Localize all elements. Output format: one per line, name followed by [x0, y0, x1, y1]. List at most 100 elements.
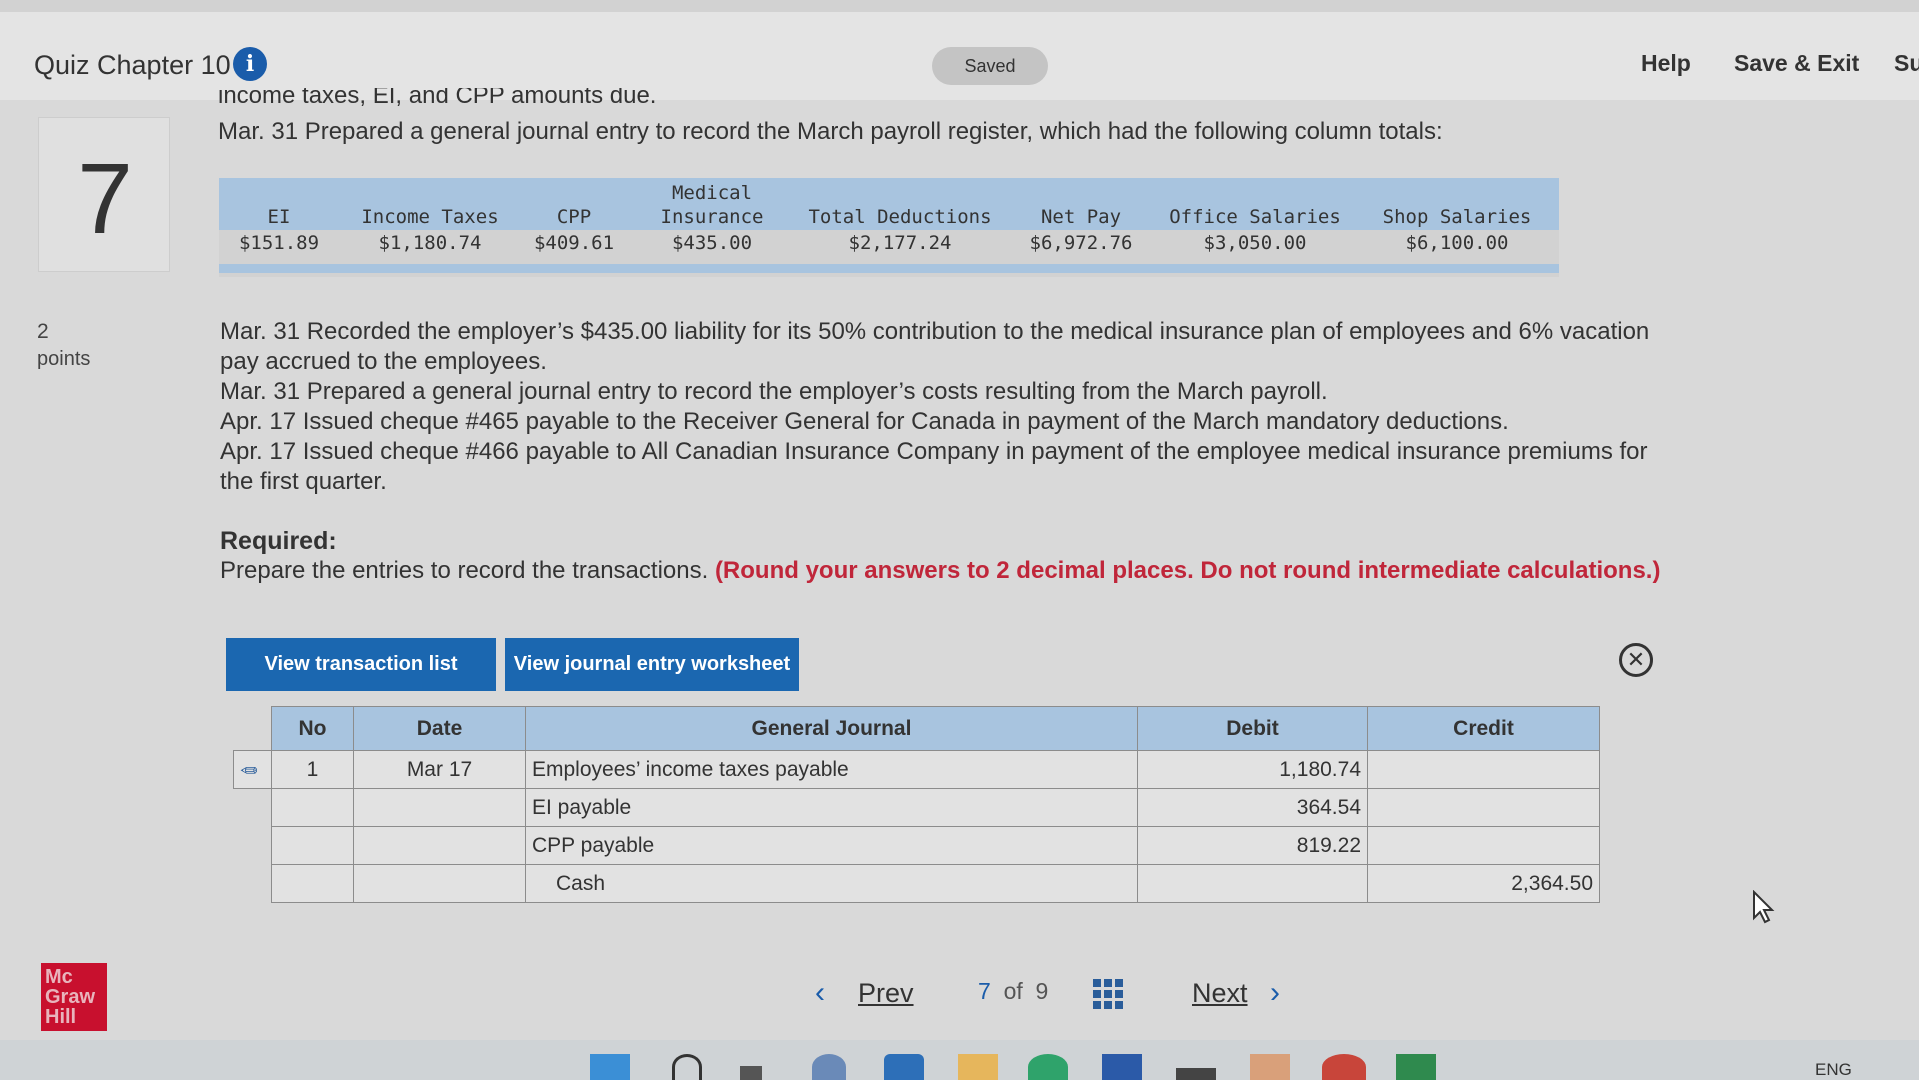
payroll-value-cpp: $409.61: [533, 232, 615, 254]
total-pages: 9: [1035, 978, 1049, 1004]
payroll-value-ei: $151.89: [238, 232, 320, 254]
row-account: Employees’ income taxes payable: [525, 750, 1138, 789]
view-journal-entry-worksheet-button[interactable]: View journal entry worksheet: [505, 638, 799, 691]
prev-button[interactable]: Prev: [858, 978, 914, 1009]
question-number: 7: [77, 143, 133, 255]
edit-spacer: [233, 826, 272, 865]
required-label: Required:: [220, 527, 337, 555]
points-label: points: [37, 348, 91, 370]
saved-status-badge: Saved: [932, 47, 1048, 85]
transaction-line: Mar. 31 Prepared a general journal entry…: [220, 378, 1328, 405]
task-view-icon[interactable]: [740, 1066, 762, 1080]
row-debit: [1137, 864, 1368, 903]
help-button[interactable]: Help: [1641, 50, 1691, 77]
transaction-line: pay accrued to the employees.: [220, 348, 547, 375]
pencil-icon[interactable]: ✎: [234, 755, 264, 785]
row-account: CPP payable: [525, 826, 1138, 865]
instruction-text: Prepare the entries to record the transa…: [220, 557, 1660, 585]
app-icon[interactable]: [812, 1054, 846, 1080]
save-exit-button[interactable]: Save & Exit: [1734, 50, 1859, 77]
row-debit: 364.54: [1137, 788, 1368, 827]
journal-header-row: No Date General Journal Debit Credit: [233, 706, 1600, 751]
top-header: Quiz Chapter 10 i Saved Help Save & Exit…: [0, 0, 1919, 100]
mcgraw-hill-logo: Mc Graw Hill: [41, 963, 107, 1031]
table-row: Cash 2,364.50: [233, 864, 1600, 903]
general-journal-table: No Date General Journal Debit Credit ✎ 1…: [233, 706, 1600, 903]
start-icon[interactable]: [590, 1054, 630, 1080]
row-date: [353, 788, 526, 827]
view-transaction-list-button[interactable]: View transaction list: [226, 638, 496, 691]
app-icon[interactable]: [1322, 1054, 1366, 1080]
instruction-rounding-note: (Round your answers to 2 decimal places.…: [714, 557, 1661, 584]
quiz-title: Quiz Chapter 10: [34, 50, 231, 80]
payroll-header-shop-salaries: Shop Salaries: [1382, 206, 1532, 228]
row-debit: 819.22: [1137, 826, 1368, 865]
mouse-cursor-icon: [1753, 890, 1775, 924]
language-indicator[interactable]: ENG: [1815, 1060, 1852, 1080]
row-no: 1: [271, 750, 354, 789]
edit-entry-cell[interactable]: ✎: [233, 750, 272, 789]
points-value: 2: [37, 320, 49, 343]
question-number-box: 7: [38, 117, 170, 272]
excel-icon[interactable]: [1396, 1054, 1436, 1080]
chevron-left-icon[interactable]: ‹: [815, 976, 825, 1010]
next-button[interactable]: Next: [1192, 978, 1248, 1009]
transaction-line: Apr. 17 Issued cheque #466 payable to Al…: [220, 438, 1648, 465]
row-debit: 1,180.74: [1137, 750, 1368, 789]
edit-spacer: [233, 788, 272, 827]
payroll-value-income-taxes: $1,180.74: [378, 232, 482, 254]
row-date: [353, 826, 526, 865]
grid-icon[interactable]: [1093, 979, 1123, 1009]
os-taskbar: ENG: [0, 1040, 1919, 1080]
row-account: Cash: [525, 864, 1138, 903]
transaction-line: Apr. 17 Issued cheque #465 payable to th…: [220, 408, 1509, 435]
col-debit: Debit: [1137, 706, 1368, 751]
row-date: Mar 17: [353, 750, 526, 789]
payroll-header-income-taxes: Income Taxes: [361, 206, 499, 228]
submit-button[interactable]: Su: [1894, 50, 1919, 77]
logo-line: Hill: [45, 1006, 77, 1028]
amazon-icon[interactable]: [1176, 1068, 1216, 1080]
payroll-header-office-salaries: Office Salaries: [1169, 206, 1341, 228]
cut-off-text-line: income taxes, EI, and CPP amounts due.: [218, 88, 657, 108]
mail-icon[interactable]: [1102, 1054, 1142, 1080]
logo-line: Graw: [45, 986, 96, 1008]
logo-line: Mc: [45, 966, 73, 988]
table-row: EI payable 364.54: [233, 788, 1600, 827]
payroll-header-ei: EI: [267, 206, 291, 228]
row-credit: [1367, 750, 1600, 789]
edit-spacer: [233, 864, 272, 903]
table-row: CPP payable 819.22: [233, 826, 1600, 865]
table-row: ✎ 1 Mar 17 Employees’ income taxes payab…: [233, 750, 1600, 789]
payroll-header-total-deductions: Total Deductions: [808, 206, 992, 228]
payroll-value-shop-salaries: $6,100.00: [1405, 232, 1509, 254]
payroll-value-office-salaries: $3,050.00: [1203, 232, 1307, 254]
edge-icon[interactable]: [1028, 1054, 1068, 1080]
payroll-value-medical-insurance: $435.00: [671, 232, 753, 254]
col-date: Date: [353, 706, 526, 751]
transaction-line: the first quarter.: [220, 468, 387, 495]
payroll-header-net-pay: Net Pay: [1040, 206, 1122, 228]
search-icon[interactable]: [672, 1054, 702, 1080]
page-indicator: 7 of 9: [978, 978, 1048, 1005]
photos-icon[interactable]: [1250, 1054, 1290, 1080]
payroll-value-net-pay: $6,972.76: [1029, 232, 1133, 254]
payroll-header-cpp: CPP: [556, 206, 592, 228]
col-general-journal: General Journal: [525, 706, 1138, 751]
close-icon[interactable]: ✕: [1619, 643, 1653, 677]
col-no: No: [271, 706, 354, 751]
chevron-right-icon[interactable]: ›: [1270, 976, 1280, 1010]
folder-icon[interactable]: [958, 1054, 998, 1080]
row-credit: 2,364.50: [1367, 864, 1600, 903]
info-icon[interactable]: i: [233, 47, 267, 81]
row-no: [271, 826, 354, 865]
payroll-header-medical-insurance: Insurance: [660, 206, 764, 228]
transaction-line: Mar. 31 Recorded the employer’s $435.00 …: [220, 318, 1650, 345]
store-icon[interactable]: [884, 1054, 924, 1080]
col-credit: Credit: [1367, 706, 1600, 751]
row-no: [271, 788, 354, 827]
payroll-register-table: EI Income Taxes CPP Medical Insurance To…: [219, 178, 1559, 277]
current-page: 7: [978, 978, 991, 1004]
payroll-header-medical-top: Medical: [671, 182, 753, 204]
page-of: of: [1003, 978, 1023, 1004]
